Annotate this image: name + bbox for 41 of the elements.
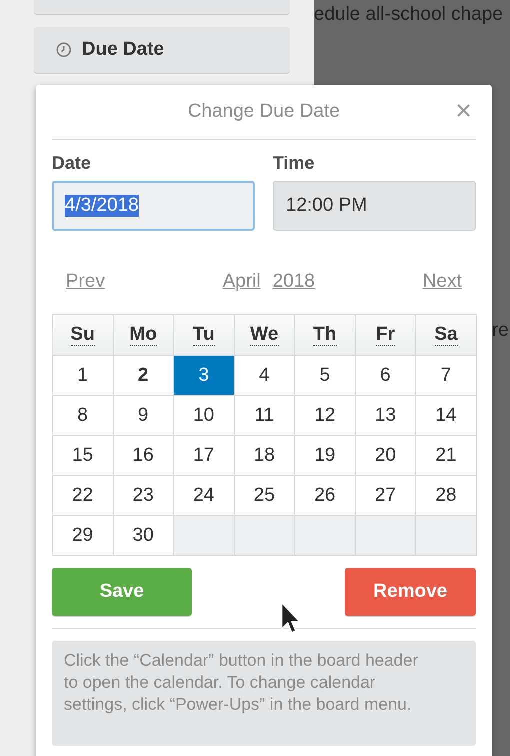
weekday-header: Th — [294, 314, 356, 356]
calendar-day[interactable]: 20 — [355, 436, 416, 476]
calendar-day[interactable]: 23 — [113, 476, 174, 516]
calendar-day[interactable]: 21 — [416, 436, 476, 476]
calendar-day[interactable]: 15 — [52, 436, 114, 476]
due-date-button[interactable]: Due Date — [34, 27, 290, 73]
calendar-day[interactable]: 22 — [52, 476, 114, 516]
weekday-header: Mo — [113, 314, 174, 356]
calendar-day[interactable]: 10 — [174, 396, 234, 436]
calendar-day[interactable]: 1 — [52, 356, 114, 396]
calendar-day[interactable]: 3 — [174, 356, 234, 396]
weekday-header: Tu — [174, 314, 234, 356]
date-label: Date — [52, 153, 92, 174]
popover-title: Change Due Date — [188, 101, 340, 123]
calendar-day[interactable]: 6 — [355, 356, 416, 396]
date-value: 4/3/2018 — [65, 195, 139, 217]
calendar-day[interactable]: 14 — [416, 396, 476, 436]
info-note: Click the “Calendar” button in the board header to open the calendar. To change calendar settings, click “Power-Ups” in the board menu. — [52, 641, 476, 746]
calendar-day[interactable]: 18 — [234, 436, 295, 476]
calendar-day[interactable]: 5 — [294, 356, 356, 396]
calendar-day[interactable]: 19 — [294, 436, 356, 476]
clock-icon — [56, 42, 72, 58]
weekday-header: Fr — [355, 314, 416, 356]
calendar-day[interactable]: 17 — [174, 436, 234, 476]
calendar-day[interactable]: 12 — [294, 396, 356, 436]
calendar-day[interactable]: 9 — [113, 396, 174, 436]
weekday-header: Sa — [416, 314, 476, 356]
calendar-day[interactable]: 7 — [416, 356, 476, 396]
calendar-day[interactable]: 29 — [52, 516, 114, 556]
calendar-day[interactable]: 11 — [234, 396, 295, 436]
calendar-day[interactable]: 8 — [52, 396, 114, 436]
card-title: re — [492, 320, 509, 342]
calendar-day[interactable]: 13 — [355, 396, 416, 436]
calendar-day[interactable]: 4 — [234, 356, 295, 396]
time-field[interactable]: 12:00 PM — [273, 181, 476, 231]
date-field[interactable]: 4/3/2018 — [52, 181, 255, 231]
weekday-header: Su — [52, 314, 114, 356]
card-title: edule all-school chape — [314, 4, 504, 26]
time-label: Time — [273, 153, 316, 174]
calendar-day[interactable]: 16 — [113, 436, 174, 476]
weekday-header: We — [234, 314, 295, 356]
